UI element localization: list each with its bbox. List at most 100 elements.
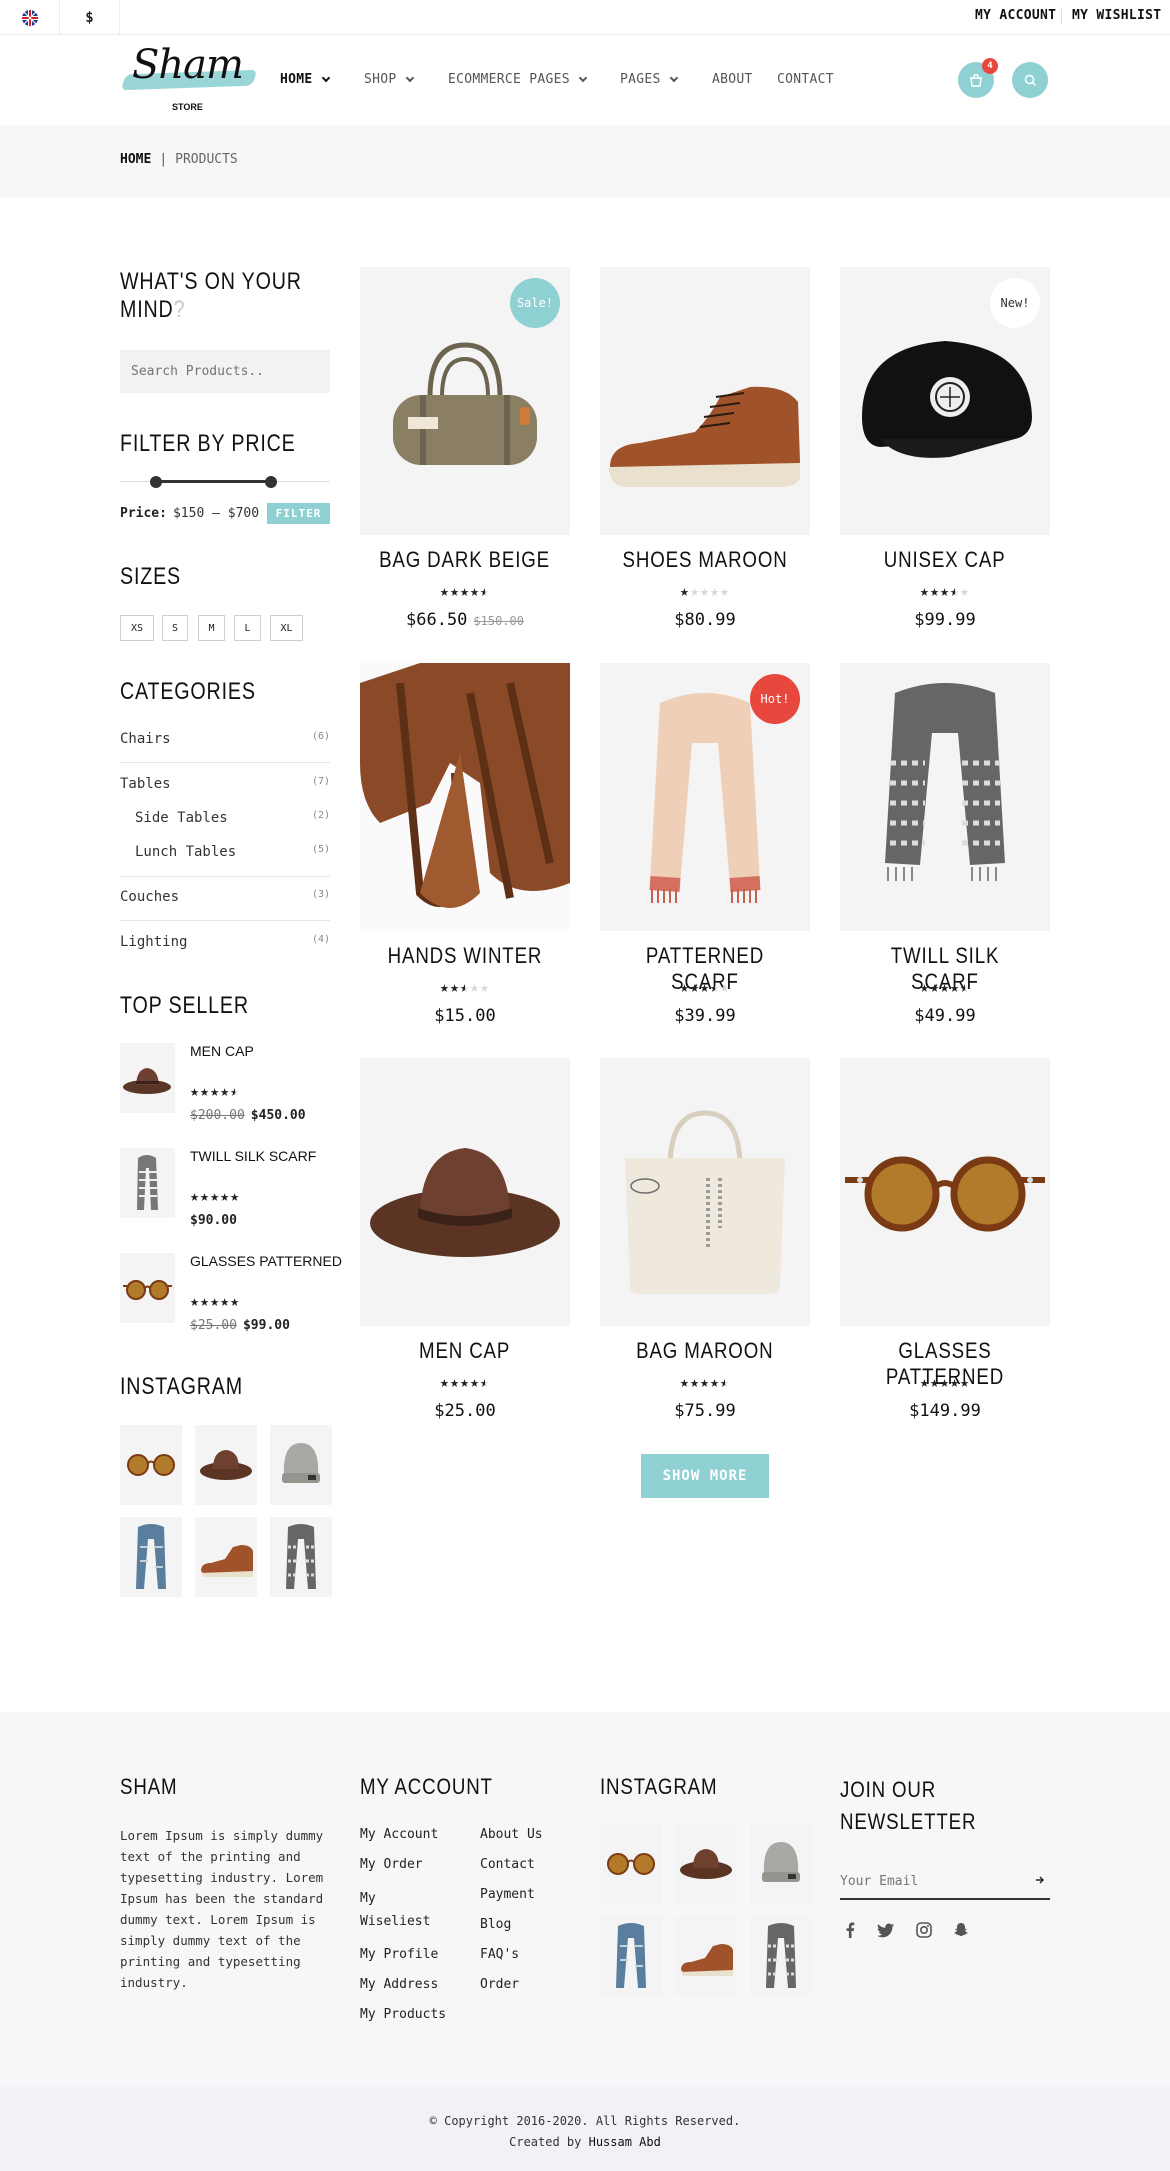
product-name[interactable]: MEN CAP bbox=[360, 1338, 570, 1364]
footer-link[interactable]: My Address bbox=[360, 1977, 438, 1992]
size-s[interactable]: S bbox=[162, 615, 188, 641]
product-price: $15.00 bbox=[434, 1006, 496, 1026]
instagram-photo[interactable] bbox=[120, 1517, 182, 1597]
footer-link[interactable]: Contact bbox=[480, 1857, 535, 1872]
price-slider-handle-max[interactable] bbox=[265, 476, 278, 488]
nav-home[interactable]: HOME bbox=[280, 72, 330, 87]
product-name[interactable]: HANDS WINTER bbox=[360, 943, 570, 969]
nav-ecommerce-pages[interactable]: ECOMMERCE PAGES bbox=[448, 72, 588, 87]
category-chairs[interactable]: Chairs (6) bbox=[120, 731, 330, 747]
size-xs[interactable]: XS bbox=[120, 615, 154, 641]
product-name-text: BAG MAROON bbox=[636, 1338, 774, 1363]
nav-shop[interactable]: SHOP bbox=[364, 72, 414, 87]
footer-link[interactable]: My Profile bbox=[360, 1947, 438, 1962]
instagram-photo[interactable] bbox=[750, 1824, 812, 1904]
logo[interactable]: Sham STORE bbox=[118, 42, 258, 117]
instagram-link[interactable] bbox=[914, 1920, 934, 1940]
top-seller-thumb[interactable] bbox=[120, 1148, 175, 1218]
product-price: $49.99 bbox=[914, 1006, 976, 1026]
cart-button[interactable]: 4 bbox=[958, 58, 998, 98]
top-seller-thumb[interactable] bbox=[120, 1043, 175, 1113]
top-seller-name[interactable]: MEN CAP bbox=[190, 1043, 254, 1059]
instagram-photo[interactable] bbox=[750, 1916, 812, 1996]
instagram-photo[interactable] bbox=[600, 1824, 662, 1904]
filter-button[interactable]: FILTER bbox=[267, 503, 330, 524]
product-image[interactable] bbox=[600, 267, 810, 535]
currency-selector[interactable]: $ bbox=[60, 0, 120, 35]
footer-link[interactable]: My Order bbox=[360, 1857, 423, 1872]
product-image[interactable] bbox=[840, 663, 1050, 931]
footer-link[interactable]: About Us bbox=[480, 1827, 543, 1842]
newsletter-email-input[interactable] bbox=[840, 1866, 1025, 1896]
instagram-photo[interactable] bbox=[600, 1916, 662, 1996]
twitter-link[interactable] bbox=[876, 1920, 896, 1940]
top-seller-name[interactable]: TWILL SILK SCARF bbox=[190, 1148, 316, 1164]
product-image[interactable] bbox=[840, 1058, 1050, 1326]
snapchat-link[interactable] bbox=[951, 1920, 971, 1940]
instagram-photo[interactable] bbox=[195, 1425, 257, 1505]
product-name[interactable]: BAG DARK BEIGE bbox=[360, 547, 570, 573]
product-name[interactable]: BAG MAROON bbox=[600, 1338, 810, 1364]
footer-link[interactable]: My Account bbox=[360, 1827, 438, 1842]
category-lunch-tables[interactable]: Lunch Tables (5) bbox=[135, 844, 330, 860]
instagram-photo[interactable] bbox=[120, 1425, 182, 1505]
size-l[interactable]: L bbox=[234, 615, 261, 641]
top-seller-thumb[interactable] bbox=[120, 1253, 175, 1323]
top-seller-name[interactable]: GLASSES PATTERNED bbox=[190, 1253, 342, 1269]
size-xl[interactable]: XL bbox=[270, 615, 303, 641]
category-lighting[interactable]: Lighting (4) bbox=[120, 934, 330, 950]
search-button[interactable] bbox=[1012, 62, 1048, 98]
instagram-photo[interactable] bbox=[675, 1916, 737, 1996]
product-image[interactable] bbox=[360, 663, 570, 931]
footer-link[interactable]: FAQ's bbox=[480, 1947, 519, 1962]
footer-link[interactable]: Order bbox=[480, 1977, 519, 1992]
show-more-button[interactable]: SHOW MORE bbox=[641, 1454, 769, 1498]
breadcrumb-home[interactable]: HOME bbox=[120, 152, 151, 167]
newsletter-title-line2: NEWSLETTER bbox=[840, 1809, 977, 1834]
price-slider[interactable] bbox=[120, 472, 330, 492]
category-tables[interactable]: Tables (7) bbox=[120, 776, 330, 792]
my-account-link[interactable]: MY ACCOUNT bbox=[975, 8, 1056, 23]
product-rating: ★★★★★ bbox=[439, 978, 491, 996]
category-label: Couches bbox=[120, 889, 180, 905]
footer-link[interactable]: My Wiseliest bbox=[360, 1887, 440, 1933]
instagram-photo[interactable] bbox=[675, 1824, 737, 1904]
category-side-tables[interactable]: Side Tables (2) bbox=[135, 810, 330, 826]
footer-link[interactable]: My Products bbox=[360, 2007, 446, 2022]
category-count: (5) bbox=[311, 844, 330, 855]
author-link[interactable]: Hussam Abd bbox=[589, 2135, 661, 2149]
nav-contact[interactable]: CONTACT bbox=[777, 72, 834, 87]
product-rating: ★★★★★ bbox=[919, 978, 971, 996]
product-image[interactable] bbox=[600, 1058, 810, 1326]
facebook-link[interactable] bbox=[840, 1920, 860, 1940]
product-badge: Sale! bbox=[510, 278, 560, 328]
category-count: (6) bbox=[311, 731, 330, 742]
product-name[interactable]: UNISEX CAP bbox=[840, 547, 1050, 573]
shopping-bag-icon bbox=[970, 73, 982, 87]
category-couches[interactable]: Couches (3) bbox=[120, 889, 330, 905]
newsletter-title-line1: JOIN OUR bbox=[840, 1777, 937, 1802]
product-name[interactable]: SHOES MAROON bbox=[600, 547, 810, 573]
category-label: Tables bbox=[120, 776, 171, 792]
price-slider-handle-min[interactable] bbox=[149, 476, 162, 488]
product-image[interactable] bbox=[360, 1058, 570, 1326]
search-products-input[interactable] bbox=[120, 350, 330, 393]
instagram-photo[interactable] bbox=[195, 1517, 257, 1597]
product-name-text: BAG DARK BEIGE bbox=[379, 547, 551, 572]
nav-pages[interactable]: PAGES bbox=[620, 72, 678, 87]
instagram-photo[interactable] bbox=[270, 1425, 332, 1505]
product-price-row: $15.00 bbox=[360, 1006, 570, 1026]
size-m[interactable]: M bbox=[198, 615, 225, 641]
arrow-right-icon bbox=[1036, 1876, 1044, 1884]
instagram-photo[interactable] bbox=[270, 1517, 332, 1597]
product-price: $80.99 bbox=[674, 610, 736, 630]
footer-link[interactable]: Blog bbox=[480, 1917, 511, 1932]
category-divider bbox=[120, 876, 330, 877]
newsletter-title: JOIN OUR NEWSLETTER bbox=[840, 1774, 976, 1838]
product-price-row: $75.99 bbox=[600, 1401, 810, 1421]
my-wishlist-link[interactable]: MY WISHLIST bbox=[1072, 8, 1161, 23]
language-selector[interactable] bbox=[0, 0, 60, 35]
newsletter-submit-button[interactable] bbox=[1030, 1870, 1050, 1890]
footer-link[interactable]: Payment bbox=[480, 1887, 535, 1902]
nav-about[interactable]: ABOUT bbox=[712, 72, 753, 87]
